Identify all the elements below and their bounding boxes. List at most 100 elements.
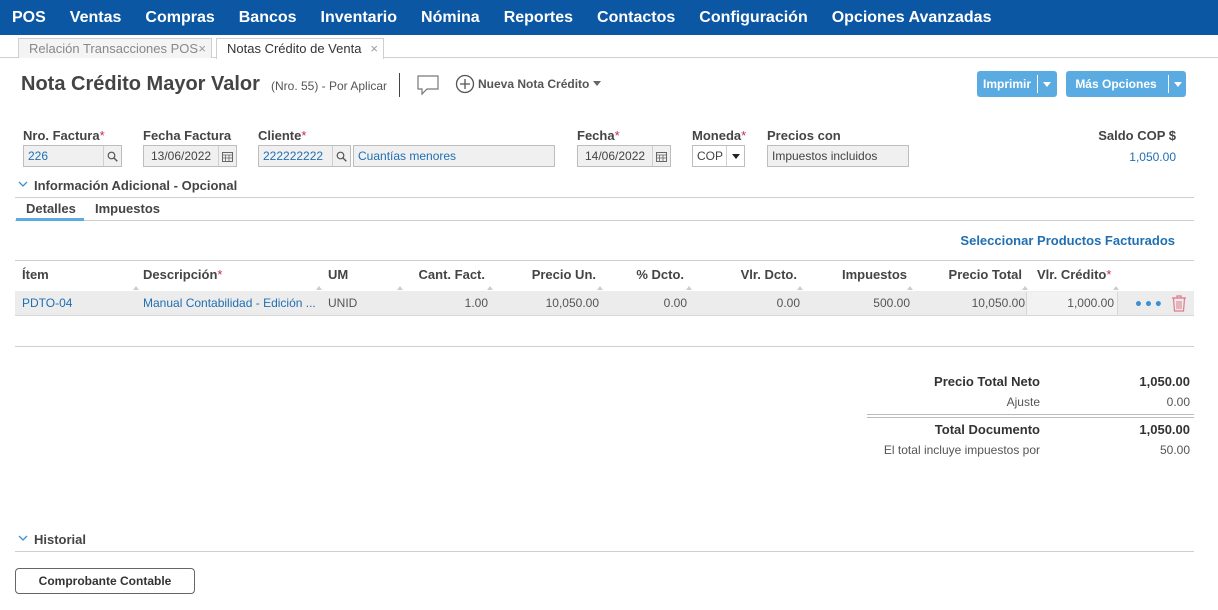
nav-item-configuracion[interactable]: Configuración bbox=[699, 9, 807, 27]
nav-item-compras[interactable]: Compras bbox=[145, 9, 214, 27]
nav-item-opciones-avanzadas[interactable]: Opciones Avanzadas bbox=[832, 9, 992, 27]
date-value: 14/06/2022 bbox=[585, 149, 646, 163]
divider bbox=[15, 197, 1194, 198]
more-options-button[interactable]: Más Opciones bbox=[1066, 71, 1186, 97]
sort-marker bbox=[487, 286, 493, 290]
client-name-value: Cuantías menores bbox=[358, 149, 457, 163]
col-header-discount-pct: % Dcto. bbox=[636, 267, 684, 282]
col-header-description: Descripción* bbox=[143, 267, 223, 282]
close-icon[interactable]: × bbox=[198, 39, 206, 58]
sort-marker bbox=[1113, 286, 1119, 290]
more-actions-icon[interactable]: ••• bbox=[1134, 297, 1164, 313]
taxes-included-value: 50.00 bbox=[1159, 443, 1190, 457]
prices-with-field: Impuestos incluidos bbox=[767, 145, 909, 167]
search-icon[interactable] bbox=[332, 146, 350, 166]
sort-marker bbox=[316, 286, 322, 290]
tab-relacion-transacciones-pos[interactable]: Relación Transacciones POS × bbox=[18, 38, 212, 58]
currency-value: COP bbox=[697, 149, 724, 163]
divider bbox=[867, 414, 1194, 418]
print-button[interactable]: Imprimir bbox=[977, 71, 1057, 97]
net-total-value: 1,050.00 bbox=[1139, 374, 1190, 389]
top-nav: POS Ventas Compras Bancos Inventario Nóm… bbox=[0, 0, 1218, 35]
sort-marker bbox=[1022, 286, 1028, 290]
document-total-label: Total Documento bbox=[934, 422, 1040, 437]
row-credit-value[interactable]: 1,000.00 bbox=[1030, 296, 1114, 310]
client-name-field: Cuantías menores bbox=[353, 145, 555, 167]
chevron-down-icon[interactable] bbox=[1043, 82, 1051, 87]
sort-marker bbox=[597, 286, 603, 290]
print-button-label: Imprimir bbox=[982, 77, 1031, 91]
invoice-date-value: 13/06/2022 bbox=[151, 149, 212, 163]
tab-taxes[interactable]: Impuestos bbox=[95, 201, 160, 216]
divider bbox=[1037, 75, 1038, 93]
tab-bar: Relación Transacciones POS × Notas Crédi… bbox=[0, 35, 1218, 59]
sort-marker bbox=[686, 286, 692, 290]
select-invoiced-products-link[interactable]: Seleccionar Productos Facturados bbox=[960, 233, 1175, 248]
page-title: Nota Crédito Mayor Valor bbox=[21, 73, 260, 95]
calendar-icon[interactable] bbox=[652, 146, 670, 166]
balance-label: Saldo COP $ bbox=[1098, 128, 1176, 143]
chevron-down-icon bbox=[18, 181, 28, 187]
nav-item-bancos[interactable]: Bancos bbox=[239, 9, 297, 27]
nav-item-contactos[interactable]: Contactos bbox=[597, 9, 675, 27]
sort-marker bbox=[397, 286, 403, 290]
invoice-number-field[interactable]: 226 bbox=[23, 145, 122, 167]
plus-circle-icon[interactable] bbox=[455, 74, 475, 94]
close-icon[interactable]: × bbox=[370, 39, 378, 58]
col-header-um: UM bbox=[328, 267, 349, 282]
date-label: Fecha* bbox=[577, 128, 620, 143]
row-unit-price: 10,050.00 bbox=[545, 296, 599, 310]
divider bbox=[15, 260, 1194, 261]
client-id-value: 222222222 bbox=[263, 149, 324, 163]
comment-icon[interactable] bbox=[416, 74, 440, 96]
tab-notas-credito-de-venta[interactable]: Notas Crédito de Venta × bbox=[216, 38, 384, 59]
sort-marker bbox=[907, 286, 913, 290]
row-item-code[interactable]: PDTO-04 bbox=[22, 296, 72, 310]
divider bbox=[15, 551, 1194, 552]
currency-label: Moneda* bbox=[692, 128, 747, 143]
col-header-credit-value: Vlr. Crédito* bbox=[1037, 267, 1112, 282]
accounting-voucher-button[interactable]: Comprobante Contable bbox=[15, 568, 195, 594]
row-qty: 1.00 bbox=[464, 296, 488, 310]
date-field[interactable]: 14/06/2022 bbox=[577, 145, 671, 167]
chevron-down-icon bbox=[18, 535, 28, 541]
nav-item-nomina[interactable]: Nómina bbox=[421, 9, 480, 27]
tab-details[interactable]: Detalles bbox=[26, 201, 76, 216]
chevron-down-icon[interactable] bbox=[726, 146, 744, 166]
additional-info-label: Información Adicional - Opcional bbox=[34, 178, 238, 193]
divider bbox=[15, 346, 1194, 347]
nav-item-pos[interactable]: POS bbox=[12, 9, 46, 27]
invoice-date-field[interactable]: 13/06/2022 bbox=[143, 145, 237, 167]
chevron-down-icon[interactable] bbox=[593, 81, 601, 86]
calendar-icon[interactable] bbox=[218, 146, 236, 166]
chevron-down-icon[interactable] bbox=[1174, 82, 1182, 87]
nav-item-inventario[interactable]: Inventario bbox=[321, 9, 397, 27]
invoice-number-value: 226 bbox=[28, 149, 49, 163]
search-icon[interactable] bbox=[103, 146, 121, 166]
prices-with-value: Impuestos incluidos bbox=[772, 149, 878, 163]
adjustment-label: Ajuste bbox=[1006, 395, 1040, 409]
currency-select[interactable]: COP bbox=[692, 145, 745, 167]
client-id-field[interactable]: 222222222 bbox=[258, 145, 351, 167]
adjustment-value: 0.00 bbox=[1166, 395, 1190, 409]
row-total-price: 10,050.00 bbox=[971, 296, 1025, 310]
prices-with-label: Precios con bbox=[767, 128, 841, 143]
row-taxes: 500.00 bbox=[873, 296, 910, 310]
col-header-discount-value: Vlr. Dcto. bbox=[740, 267, 797, 282]
invoice-date-label: Fecha Factura bbox=[143, 128, 232, 143]
divider bbox=[1168, 75, 1169, 93]
history-toggle[interactable]: Historial bbox=[18, 532, 86, 547]
client-label: Cliente* bbox=[258, 128, 307, 143]
col-header-taxes: Impuestos bbox=[841, 267, 907, 282]
active-tab-indicator bbox=[16, 218, 84, 221]
nav-item-ventas[interactable]: Ventas bbox=[70, 9, 122, 27]
trash-icon[interactable] bbox=[1171, 295, 1187, 312]
col-header-total-price: Precio Total bbox=[948, 267, 1022, 282]
additional-info-toggle[interactable]: Información Adicional - Opcional bbox=[18, 178, 237, 193]
nav-item-reportes[interactable]: Reportes bbox=[504, 9, 573, 27]
document-total-value: 1,050.00 bbox=[1139, 422, 1190, 437]
row-description[interactable]: Manual Contabilidad - Edición ... bbox=[143, 296, 315, 310]
tab-label: Notas Crédito de Venta bbox=[227, 41, 362, 56]
new-credit-note-button[interactable]: Nueva Nota Crédito bbox=[478, 77, 589, 91]
net-total-label: Precio Total Neto bbox=[934, 374, 1040, 389]
